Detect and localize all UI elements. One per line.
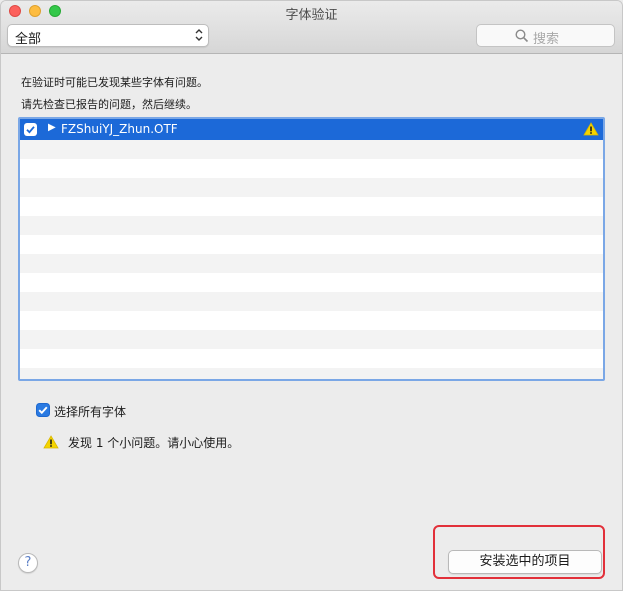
disclosure-triangle-icon[interactable]: ▶ bbox=[48, 122, 56, 133]
empty-row bbox=[20, 349, 603, 368]
search-icon bbox=[515, 29, 529, 43]
font-validation-window: 字体验证 全部 搜索 在验证时可能已发现某些字体有问题。 请先检查已报告的问题，… bbox=[0, 0, 623, 591]
description-line-2: 请先检查已报告的问题，然后继续。 bbox=[21, 98, 197, 111]
chevron-up-down-icon bbox=[194, 27, 204, 43]
empty-row bbox=[20, 216, 603, 235]
warning-icon bbox=[583, 122, 599, 136]
empty-row bbox=[20, 140, 603, 159]
filter-select[interactable]: 全部 bbox=[7, 24, 209, 47]
warning-icon bbox=[43, 435, 59, 449]
font-list-row[interactable]: ▶ FZShuiYJ_Zhun.OTF bbox=[20, 119, 603, 140]
empty-row bbox=[20, 273, 603, 292]
list-scrollbar[interactable] bbox=[599, 119, 603, 379]
empty-row bbox=[20, 197, 603, 216]
select-all-checkbox[interactable] bbox=[36, 403, 50, 417]
select-all-label[interactable]: 选择所有字体 bbox=[54, 403, 126, 420]
empty-row bbox=[20, 330, 603, 349]
font-item-checkbox[interactable] bbox=[24, 123, 37, 136]
install-selected-button[interactable]: 安装选中的项目 bbox=[448, 550, 602, 574]
help-button[interactable]: ? bbox=[18, 553, 38, 573]
search-field[interactable]: 搜索 bbox=[476, 24, 615, 47]
empty-row bbox=[20, 178, 603, 197]
empty-row bbox=[20, 368, 603, 379]
font-item-name: FZShuiYJ_Zhun.OTF bbox=[61, 122, 178, 136]
font-list-empty-rows bbox=[20, 140, 603, 379]
empty-row bbox=[20, 235, 603, 254]
filter-select-value: 全部 bbox=[15, 32, 42, 47]
empty-row bbox=[20, 254, 603, 273]
window-title: 字体验证 bbox=[285, 8, 338, 23]
validation-status-text: 发现 1 个小问题。请小心使用。 bbox=[68, 436, 240, 450]
title-bar: 字体验证 全部 搜索 bbox=[1, 1, 622, 54]
empty-row bbox=[20, 159, 603, 178]
search-placeholder: 搜索 bbox=[533, 32, 560, 47]
empty-row bbox=[20, 292, 603, 311]
empty-row bbox=[20, 311, 603, 330]
description-line-1: 在验证时可能已发现某些字体有问题。 bbox=[21, 76, 208, 89]
font-list[interactable]: ▶ FZShuiYJ_Zhun.OTF bbox=[18, 117, 605, 381]
